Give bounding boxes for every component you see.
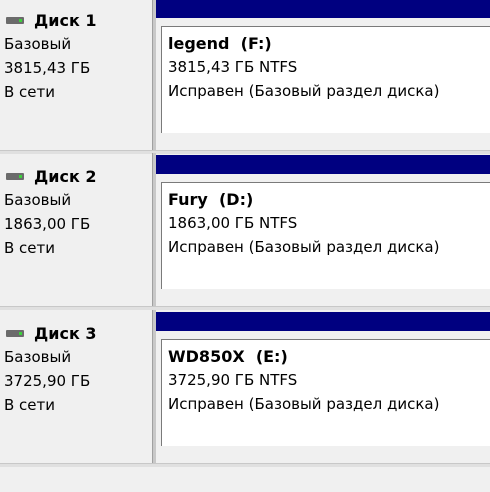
volume-size: 3815,43 ГБ NTFS bbox=[168, 58, 298, 76]
volume-status: Исправен (Базовый раздел диска) bbox=[168, 395, 440, 413]
disk-header-1: Диск 1 bbox=[6, 11, 97, 30]
volume-letter: (D:) bbox=[218, 190, 254, 209]
hard-disk-icon bbox=[6, 329, 24, 338]
disk-row-1[interactable]: Диск 1 Базовый 3815,43 ГБ В сети legend … bbox=[0, 0, 490, 152]
volume-3[interactable]: WD850X (E:) 3725,90 ГБ NTFS Исправен (Ба… bbox=[156, 310, 490, 454]
volume-label: WD850X bbox=[168, 347, 245, 366]
disk-state: В сети bbox=[4, 83, 56, 101]
disk-size: 3725,90 ГБ bbox=[4, 372, 91, 390]
volume-title: legend (F:) bbox=[168, 34, 272, 53]
volume-box[interactable]: Fury (D:) 1863,00 ГБ NTFS Исправен (Базо… bbox=[161, 182, 490, 289]
disk-type: Базовый bbox=[4, 348, 72, 366]
disk-name: Диск 2 bbox=[34, 167, 97, 186]
volume-size: 3725,90 ГБ NTFS bbox=[168, 371, 298, 389]
disk-row-3[interactable]: Диск 3 Базовый 3725,90 ГБ В сети WD850X … bbox=[0, 310, 490, 465]
disk-state: В сети bbox=[4, 239, 56, 257]
volume-status: Исправен (Базовый раздел диска) bbox=[168, 238, 440, 256]
volume-label: Fury bbox=[168, 190, 208, 209]
volume-letter: (E:) bbox=[255, 347, 288, 366]
disk-info-1[interactable]: Диск 1 Базовый 3815,43 ГБ В сети bbox=[0, 0, 152, 152]
disk-row-2[interactable]: Диск 2 Базовый 1863,00 ГБ В сети Fury (D… bbox=[0, 153, 490, 308]
disk-size: 1863,00 ГБ bbox=[4, 215, 91, 233]
disk-type: Базовый bbox=[4, 191, 72, 209]
disk-info-3[interactable]: Диск 3 Базовый 3725,90 ГБ В сети bbox=[0, 310, 152, 465]
disk-name: Диск 1 bbox=[34, 11, 97, 30]
disk-name: Диск 3 bbox=[34, 324, 97, 343]
volume-size: 1863,00 ГБ NTFS bbox=[168, 214, 298, 232]
volume-label: legend bbox=[168, 34, 230, 53]
disk-size: 3815,43 ГБ bbox=[4, 59, 91, 77]
disk-info-2[interactable]: Диск 2 Базовый 1863,00 ГБ В сети bbox=[0, 153, 152, 308]
disk-header-2: Диск 2 bbox=[6, 167, 97, 186]
volume-letter: (F:) bbox=[240, 34, 272, 53]
volume-status: Исправен (Базовый раздел диска) bbox=[168, 82, 440, 100]
volume-header-bar bbox=[156, 155, 490, 174]
disk-state: В сети bbox=[4, 396, 56, 414]
row-separator bbox=[0, 463, 490, 467]
disk-header-3: Диск 3 bbox=[6, 324, 97, 343]
volume-1[interactable]: legend (F:) 3815,43 ГБ NTFS Исправен (Ба… bbox=[156, 0, 490, 141]
volume-title: Fury (D:) bbox=[168, 190, 253, 209]
hard-disk-icon bbox=[6, 16, 24, 25]
volume-2[interactable]: Fury (D:) 1863,00 ГБ NTFS Исправен (Базо… bbox=[156, 153, 490, 297]
volume-header-bar bbox=[156, 0, 490, 18]
volume-title: WD850X (E:) bbox=[168, 347, 288, 366]
hard-disk-icon bbox=[6, 172, 24, 181]
disk-type: Базовый bbox=[4, 35, 72, 53]
volume-box[interactable]: WD850X (E:) 3725,90 ГБ NTFS Исправен (Ба… bbox=[161, 339, 490, 446]
volume-box[interactable]: legend (F:) 3815,43 ГБ NTFS Исправен (Ба… bbox=[161, 26, 490, 133]
volume-header-bar bbox=[156, 312, 490, 331]
